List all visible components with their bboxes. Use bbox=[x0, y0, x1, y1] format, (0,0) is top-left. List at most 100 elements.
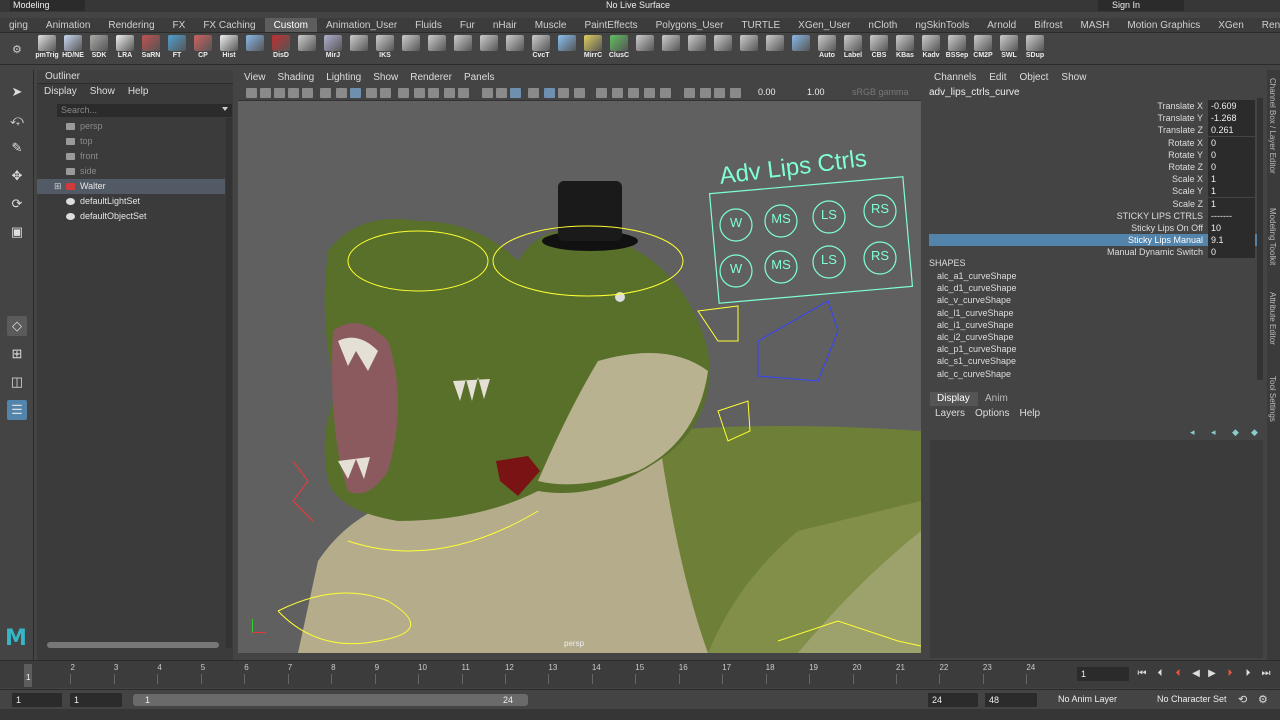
shelf-tab-6[interactable]: Animation_User bbox=[317, 18, 406, 32]
film-gate-icon[interactable] bbox=[350, 88, 361, 98]
channel-row[interactable]: Scale X 1 bbox=[929, 173, 1257, 186]
outliner-item[interactable]: persp bbox=[37, 119, 225, 134]
go-to-end-icon[interactable]: ⏭ bbox=[1260, 668, 1272, 679]
step-forward-frame-icon[interactable]: ⏵ bbox=[1224, 668, 1236, 679]
lips-ctrl-button[interactable]: LS bbox=[815, 207, 843, 222]
shelf-tab-13[interactable]: TURTLE bbox=[732, 18, 789, 32]
shelf-tab-14[interactable]: XGen_User bbox=[789, 18, 859, 32]
channel-label[interactable]: STICKY LIPS CTRLS bbox=[1117, 210, 1203, 222]
outliner-search-dropdown-icon[interactable] bbox=[222, 107, 228, 111]
shelf-button-33[interactable]: KBas bbox=[892, 33, 918, 63]
shelf-tab-4[interactable]: FX Caching bbox=[194, 18, 264, 32]
time-slider[interactable]: 123456789101112131415161718192021222324 … bbox=[0, 660, 1280, 688]
scale-tool-icon[interactable]: ▣ bbox=[7, 222, 27, 242]
channel-value-field[interactable]: 1 bbox=[1208, 173, 1255, 186]
workspace-dropdown[interactable]: Modeling bbox=[10, 0, 85, 11]
shelf-button-29[interactable] bbox=[788, 33, 814, 63]
exposure-field[interactable]: 0.00 bbox=[758, 87, 776, 97]
shelf-tab-5[interactable]: Custom bbox=[264, 18, 318, 32]
backface-icon[interactable] bbox=[684, 88, 695, 98]
shelf-button-5[interactable]: FT bbox=[164, 33, 190, 63]
shelf-tab-22[interactable]: RenderMan bbox=[1253, 18, 1280, 32]
shelf-tab-16[interactable]: ngSkinTools bbox=[906, 18, 978, 32]
cb-menu-show[interactable]: Show bbox=[1061, 70, 1086, 86]
shelf-tab-0[interactable]: ging bbox=[0, 18, 37, 32]
anim-layer-dropdown[interactable]: No Anim Layer bbox=[1058, 694, 1117, 704]
shelf-button-19[interactable]: CvcT bbox=[528, 33, 554, 63]
lips-ctrl-button[interactable]: LS bbox=[815, 252, 843, 267]
shelf-button-16[interactable] bbox=[450, 33, 476, 63]
layer-move-up-icon[interactable]: ◂ bbox=[1190, 427, 1195, 438]
side-tab-channel-box[interactable]: Channel Box / Layer Editor bbox=[1268, 78, 1277, 174]
channel-row[interactable]: STICKY LIPS CTRLS ------- bbox=[929, 209, 1257, 222]
shelf-button-38[interactable]: SDup bbox=[1022, 33, 1048, 63]
channel-value-field[interactable]: 0 bbox=[1208, 161, 1255, 173]
new-layer-selected-icon[interactable]: ◆ bbox=[1251, 427, 1258, 438]
shelf-button-26[interactable] bbox=[710, 33, 736, 63]
outliner-item[interactable]: defaultLightSet bbox=[37, 194, 225, 209]
safe-title-icon[interactable] bbox=[428, 88, 439, 98]
channel-label[interactable]: Scale X bbox=[1172, 173, 1203, 185]
isolate-icon[interactable] bbox=[612, 88, 623, 98]
play-backward-icon[interactable]: ◀ bbox=[1190, 668, 1202, 679]
shape-node-item[interactable]: alc_c_curveShape bbox=[937, 368, 1011, 380]
shelf-button-8[interactable] bbox=[242, 33, 268, 63]
safe-action-icon[interactable] bbox=[414, 88, 425, 98]
shelf-button-35[interactable]: BSSep bbox=[944, 33, 970, 63]
shelf-button-2[interactable]: SDK bbox=[86, 33, 112, 63]
cb-menu-channels[interactable]: Channels bbox=[934, 70, 976, 86]
outliner-item[interactable]: defaultObjectSet bbox=[37, 209, 225, 224]
smooth-shade-icon[interactable] bbox=[458, 88, 469, 98]
field-chart-icon[interactable] bbox=[398, 88, 409, 98]
step-back-frame-icon[interactable]: ⏴ bbox=[1172, 668, 1184, 679]
shape-node-item[interactable]: alc_i1_curveShape bbox=[937, 319, 1014, 331]
shadows-icon[interactable] bbox=[528, 88, 539, 98]
play-forward-icon[interactable]: ▶ bbox=[1206, 668, 1218, 679]
outliner-item[interactable]: ⊞ Walter bbox=[37, 179, 225, 194]
shelf-tab-19[interactable]: MASH bbox=[1072, 18, 1119, 32]
shelf-button-0[interactable]: pmTrig bbox=[34, 33, 60, 63]
channel-label[interactable]: Translate X bbox=[1157, 100, 1203, 112]
motion-blur-icon[interactable] bbox=[558, 88, 569, 98]
layer-menu-options[interactable]: Options bbox=[975, 407, 1009, 421]
select-camera-icon[interactable] bbox=[246, 88, 257, 98]
animation-end-field[interactable]: 48 bbox=[985, 693, 1037, 707]
outliner-search-input[interactable]: Search... bbox=[57, 104, 232, 117]
shelf-tab-3[interactable]: FX bbox=[164, 18, 195, 32]
shelf-button-7[interactable]: Hist bbox=[216, 33, 242, 63]
layer-move-down-icon[interactable]: ◂ bbox=[1211, 427, 1216, 438]
shelf-tab-7[interactable]: Fluids bbox=[406, 18, 451, 32]
shelf-tab-21[interactable]: XGen bbox=[1209, 18, 1253, 32]
shelf-tab-8[interactable]: Fur bbox=[451, 18, 484, 32]
bookmark-icon[interactable] bbox=[274, 88, 285, 98]
shelf-button-24[interactable] bbox=[658, 33, 684, 63]
shelf-button-23[interactable] bbox=[632, 33, 658, 63]
two-view-icon[interactable]: ◫ bbox=[7, 372, 27, 392]
image-plane-icon[interactable] bbox=[288, 88, 299, 98]
shelf-tab-9[interactable]: nHair bbox=[484, 18, 526, 32]
shelf-tab-1[interactable]: Animation bbox=[37, 18, 99, 32]
shelf-button-12[interactable] bbox=[346, 33, 372, 63]
hud-icon[interactable] bbox=[730, 88, 741, 98]
channel-label[interactable]: Rotate X bbox=[1168, 137, 1203, 149]
outliner-layout-icon[interactable]: ☰ bbox=[7, 400, 27, 420]
layer-tab-anim[interactable]: Anim bbox=[985, 392, 1008, 406]
viewport-panel[interactable]: View Shading Lighting Show Renderer Pane… bbox=[238, 71, 921, 653]
channel-row[interactable]: Sticky Lips Manual 9.1 bbox=[929, 234, 1257, 247]
sign-in-button[interactable]: Sign In bbox=[1098, 0, 1184, 11]
shelf-tab-10[interactable]: Muscle bbox=[526, 18, 576, 32]
range-slider[interactable]: 1 24 bbox=[133, 694, 528, 706]
shelf-button-32[interactable]: CBS bbox=[866, 33, 892, 63]
channel-row[interactable]: Scale Y 1 bbox=[929, 185, 1257, 198]
channel-value-field[interactable]: 0 bbox=[1208, 148, 1255, 161]
gate-mask-icon[interactable] bbox=[380, 88, 391, 98]
channel-row[interactable]: Scale Z 1 bbox=[929, 197, 1257, 210]
expand-icon[interactable]: ⊞ bbox=[54, 179, 62, 194]
layer-list-area[interactable] bbox=[930, 440, 1263, 658]
shelf-button-34[interactable]: Kadv bbox=[918, 33, 944, 63]
lasso-tool-icon[interactable]: ⤽ bbox=[7, 110, 27, 130]
channel-row[interactable]: Translate Y -1.268 bbox=[929, 112, 1257, 125]
resolution-gate-icon[interactable] bbox=[366, 88, 377, 98]
go-to-start-icon[interactable]: ⏮ bbox=[1136, 668, 1148, 679]
texture-toggle-icon[interactable] bbox=[714, 88, 725, 98]
